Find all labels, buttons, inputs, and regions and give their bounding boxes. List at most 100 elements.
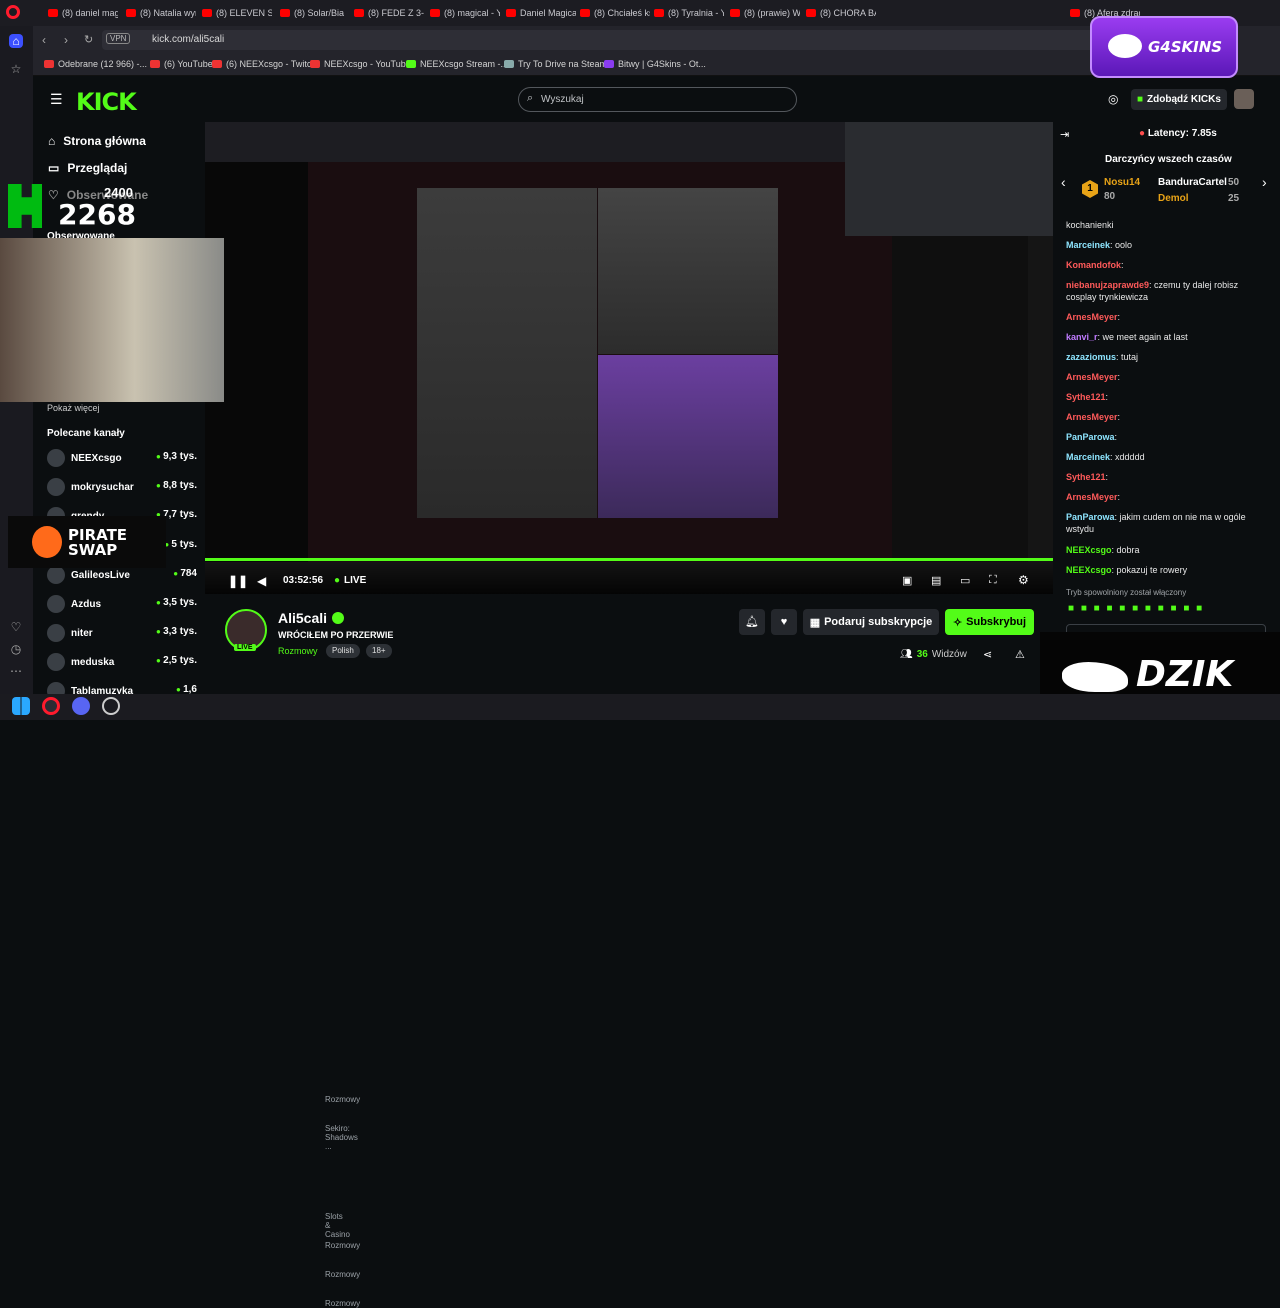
avatar[interactable] <box>1234 89 1254 109</box>
chat-username[interactable]: Komandofok <box>1066 260 1121 270</box>
bookmark-item[interactable]: (6) NEEXcsgo - Twitch <box>212 59 316 69</box>
get-kicks-button[interactable]: ■ Zdobądź KICKs <box>1131 89 1227 110</box>
windows-start-icon[interactable] <box>12 697 30 715</box>
browser-tab[interactable]: Daniel Magical <box>502 4 576 22</box>
bookmark-item[interactable]: Bitwy | G4Skins - Ot... <box>604 59 706 69</box>
bookmark-item[interactable]: NEEXcsgo Stream -... <box>406 59 508 69</box>
volume-icon[interactable]: ◀ <box>257 574 266 588</box>
notifications-icon[interactable]: ◎ <box>1108 92 1118 106</box>
subscribe-button[interactable]: ✧ Subskrybuj <box>945 609 1034 635</box>
bookmark-favicon-icon <box>44 60 54 68</box>
recommended-channel[interactable]: Azdus Rozmowy 3,5 tys. <box>47 595 360 1250</box>
star-icon[interactable]: ☆ <box>9 62 23 76</box>
chat-username[interactable]: Sythe121 <box>1066 392 1106 402</box>
browser-tab[interactable]: (8) Tyralnia - Yo <box>650 4 724 22</box>
tab-favicon-icon <box>806 9 816 17</box>
opera-logo-icon[interactable] <box>6 5 20 19</box>
chat-username[interactable]: NEEXcsgo <box>1066 545 1112 555</box>
chat-username[interactable]: ArnesMeyer <box>1066 372 1118 382</box>
live-badge: LIVE <box>234 644 256 651</box>
browser-tab[interactable]: (8) Natalia wyrz <box>122 4 196 22</box>
channel-name[interactable]: Ali5cali <box>278 610 327 626</box>
recommended-channel[interactable]: mokrysuchar Sekiro: Shadows ... 8,8 tys. <box>47 478 358 1151</box>
bookmark-item[interactable]: (6) YouTube <box>150 59 213 69</box>
bookmark-favicon-icon <box>504 60 514 68</box>
chat-username[interactable]: Sythe121 <box>1066 472 1106 482</box>
chat-username[interactable]: Marceinek <box>1066 452 1110 462</box>
viewer-count: 8,8 tys. <box>156 480 197 491</box>
channel-name: NEEXcsgo <box>71 452 122 464</box>
discord-icon[interactable] <box>72 697 90 715</box>
browser-tab[interactable]: (8) ELEVEN SPO <box>198 4 272 22</box>
chat-username[interactable]: kanvi_r <box>1066 332 1098 342</box>
prev-icon[interactable]: ‹ <box>1061 174 1066 190</box>
bookmark-item[interactable]: Odebrane (12 966) -... <box>44 59 147 69</box>
progress-bar[interactable] <box>205 558 1053 561</box>
search-input[interactable]: ⌕ Wyszukaj <box>518 87 797 112</box>
follow-heart-icon[interactable]: ♥ <box>771 609 797 635</box>
settings-gear-icon[interactable]: ⚙ <box>1018 573 1029 587</box>
browser-tab[interactable]: (8) Solar/Bia <box>276 4 350 22</box>
opera-taskbar-icon[interactable] <box>42 697 60 715</box>
tab-favicon-icon <box>48 9 58 17</box>
back-icon[interactable]: ‹ <box>42 33 46 47</box>
chat-username[interactable]: niebanujzaprawde9 <box>1066 280 1149 290</box>
tag-polish[interactable]: Polish <box>326 644 360 658</box>
browser-tab[interactable]: (8) FEDE Z 3-FU <box>350 4 424 22</box>
show-more-link[interactable]: Pokaż więcej <box>47 403 100 413</box>
chat-username[interactable]: ArnesMeyer <box>1066 492 1118 502</box>
chat-username[interactable]: PanParowa <box>1066 432 1115 442</box>
chat-username[interactable]: ArnesMeyer <box>1066 412 1118 422</box>
recommended-channel[interactable]: meduska Rozmowy 2,5 tys. <box>47 653 360 1308</box>
more-icon[interactable]: ⋯ <box>9 664 23 678</box>
browser-tab[interactable]: (8) CHORA BAR <box>802 4 876 22</box>
browser-tab[interactable]: (8) Chciałeś ksi <box>576 4 650 22</box>
recommended-channel[interactable]: GalileosLive Slots & Casino 784 <box>47 566 350 1239</box>
home-icon[interactable]: ⌂ <box>9 34 23 48</box>
chat-username[interactable]: ArnesMeyer <box>1066 312 1118 322</box>
emote-bar[interactable]: ■ ■ ■ ■ ■ ■ ■ ■ ■ ■ ■ <box>1068 603 1204 614</box>
vpn-badge[interactable]: VPN <box>106 33 131 44</box>
stream-category[interactable]: Rozmowy <box>278 646 318 656</box>
browser-tab[interactable]: (8) magical - Yo <box>426 4 500 22</box>
chat-username[interactable]: Marceinek <box>1066 240 1110 250</box>
browser-tab[interactable]: (8) daniel magic <box>44 4 118 22</box>
fullscreen-icon[interactable]: ⛶ <box>989 574 997 587</box>
app-icon[interactable] <box>102 697 120 715</box>
heart-icon[interactable]: ♡ <box>9 620 23 634</box>
next-icon[interactable]: › <box>1262 174 1267 190</box>
bookmark-item[interactable]: Try To Drive na Steam <box>504 59 607 69</box>
tab-favicon-icon <box>730 9 740 17</box>
cinema-icon[interactable]: ▭ <box>960 574 970 587</box>
recommended-channel[interactable]: niter Rozmowy 3,3 tys. <box>47 624 360 1279</box>
chat-username[interactable]: zazaziomus <box>1066 352 1116 362</box>
pip-icon[interactable]: ▣ <box>902 574 912 587</box>
chat-username[interactable]: PanParowa <box>1066 512 1115 522</box>
nav-browse[interactable]: ▭ Przeglądaj <box>48 161 127 175</box>
nav-home[interactable]: ⌂ Strona główna <box>48 134 146 148</box>
avatar <box>47 449 65 467</box>
chat-text: tutaj <box>1121 352 1139 362</box>
tag-18plus[interactable]: 18+ <box>366 644 392 658</box>
chat-message: Marceinek: xddddd <box>1066 452 1145 462</box>
bookmark-item[interactable]: NEEXcsgo - YouTube <box>310 59 411 69</box>
report-icon[interactable]: ⚠ <box>1015 648 1025 661</box>
url-text[interactable]: kick.com/ali5cali <box>152 34 224 45</box>
tab-favicon-icon <box>280 9 290 17</box>
url-field[interactable] <box>102 30 1232 50</box>
theater-icon[interactable]: ▤ <box>931 574 941 587</box>
bell-icon[interactable]: 🔔︎ <box>739 609 765 635</box>
recommended-channel[interactable]: NEEXcsgo Rozmowy 9,3 tys. <box>47 449 360 1104</box>
history-icon[interactable]: ◷ <box>9 642 23 656</box>
share-icon[interactable]: ⋖ <box>983 648 992 661</box>
collapse-chat-icon[interactable]: ⇥ <box>1060 128 1069 141</box>
video-cam-top-right <box>598 188 778 354</box>
kick-logo[interactable]: KICK <box>76 88 137 116</box>
gift-subs-button[interactable]: ▦ Podaruj subskrypcje <box>803 609 939 635</box>
reload-icon[interactable]: ↻ <box>84 33 93 46</box>
pause-icon[interactable]: ❚❚ <box>228 574 248 588</box>
chat-username[interactable]: NEEXcsgo <box>1066 565 1112 575</box>
forward-icon[interactable]: › <box>64 33 68 47</box>
browser-tab[interactable]: (8) (prawie) Wy <box>726 4 800 22</box>
hamburger-menu-icon[interactable]: ☰ <box>50 91 63 108</box>
